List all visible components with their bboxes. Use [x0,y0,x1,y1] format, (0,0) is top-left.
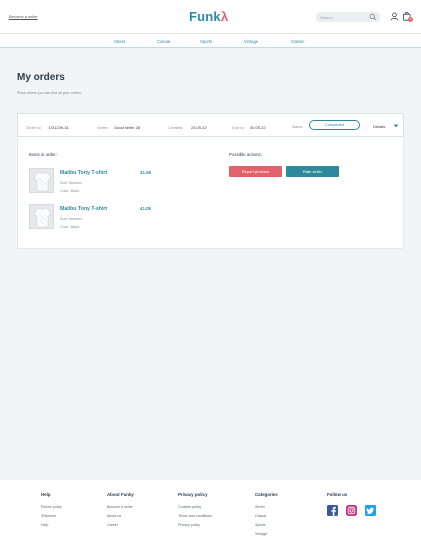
footer-link-return-policy[interactable]: Return policy [41,505,62,509]
tshirt-image [30,169,53,192]
item-name[interactable]: Malibu Tony T-shirt [60,170,107,176]
footer-link-vintage[interactable]: Vintage [255,532,267,536]
footer-link-become-seller[interactable]: Become a seller [107,505,133,509]
footer-link-casual[interactable]: Casual [255,514,266,518]
twitter-icon[interactable] [365,505,376,516]
search-icon[interactable] [369,13,377,21]
created-value: 23.05.22 [191,125,207,130]
footer-about-title: About Funky [107,492,134,497]
order-summary-bar: Order id: D31239-31 Seller: Good seller … [17,113,404,137]
footer-follow-title: Follow us [327,492,348,497]
cart-count-badge: 0 [408,17,413,22]
due-value: 30.05.22 [250,125,266,130]
item-size: Size: Medium [60,181,82,185]
logo-text: Funk [189,9,221,24]
footer-privacy-title: Privacy policy [178,492,208,497]
item-name[interactable]: Malibu Tony T-shirt [60,206,107,212]
search-placeholder: Search [320,15,333,20]
item-price: 41.0$ [140,206,151,211]
due-label: Due to: [232,125,245,130]
logo[interactable]: Funkλ [189,9,228,24]
seller-label: Seller: [97,125,109,130]
order-id-value: D31239-31 [49,125,69,130]
order-id-label: Order id: [26,125,42,130]
instagram-icon[interactable] [346,505,357,516]
item-thumbnail[interactable] [29,204,54,229]
item-color: Color: Black [60,225,80,229]
possible-actions-label: Possible actions: [229,152,262,157]
footer-link-help[interactable]: Help [41,523,48,527]
item-thumbnail[interactable] [29,168,54,193]
nav-item-sports[interactable]: Sports [200,39,212,44]
created-label: Created: [168,125,184,130]
footer-link-cookies[interactable]: Cookies policy [178,505,201,509]
item-price: 41.0$ [140,170,151,175]
order-details-card: Items in order: Possible actions: Malibu… [17,137,404,249]
footer-link-career[interactable]: Career [107,523,118,527]
nav-item-casual[interactable]: Casual [157,39,170,44]
item-color: Color: Black [60,189,80,193]
rate-seller-button[interactable]: Rate seller [286,166,339,177]
page-title: My orders [17,72,65,83]
footer-link-privacy[interactable]: Privacy policy [178,523,200,527]
footer-link-about-us[interactable]: About us [107,514,121,518]
footer: Help Return policy Shipment Help About F… [0,480,421,555]
seller-value[interactable]: Good seller 28 [114,125,140,130]
footer-link-shipment[interactable]: Shipment [41,514,56,518]
items-in-order-label: Items in order: [29,152,58,157]
footer-link-sports[interactable]: Sports [255,523,265,527]
chevron-down-icon[interactable] [393,123,399,129]
footer-link-terms[interactable]: Terms and conditions [178,514,212,518]
category-nav: Street Casual Sports Vintage Classic [0,33,421,48]
facebook-icon[interactable] [327,505,338,516]
item-size: Size: Medium [60,217,82,221]
report-problem-button[interactable]: Report problem [229,166,282,177]
top-bar: Become a seller Funkλ Search 0 [0,0,421,33]
nav-item-classic[interactable]: Classic [291,39,305,44]
nav-item-vintage[interactable]: Vintage [244,39,258,44]
footer-help-title: Help [41,492,51,497]
nav-item-street[interactable]: Street [114,39,125,44]
status-label: Status: [292,125,304,129]
user-icon[interactable] [390,12,399,21]
tshirt-image [30,205,53,228]
search-input[interactable]: Search [316,12,380,22]
page-subtitle: Place where you can find all your orders [17,91,81,95]
status-badge: Completed [309,120,360,130]
become-seller-link[interactable]: Become a seller [9,14,38,19]
details-toggle[interactable]: Details [373,124,385,129]
logo-accent: λ [220,9,229,24]
footer-categories-title: Categories [255,492,278,497]
footer-link-street[interactable]: Street [255,505,265,509]
